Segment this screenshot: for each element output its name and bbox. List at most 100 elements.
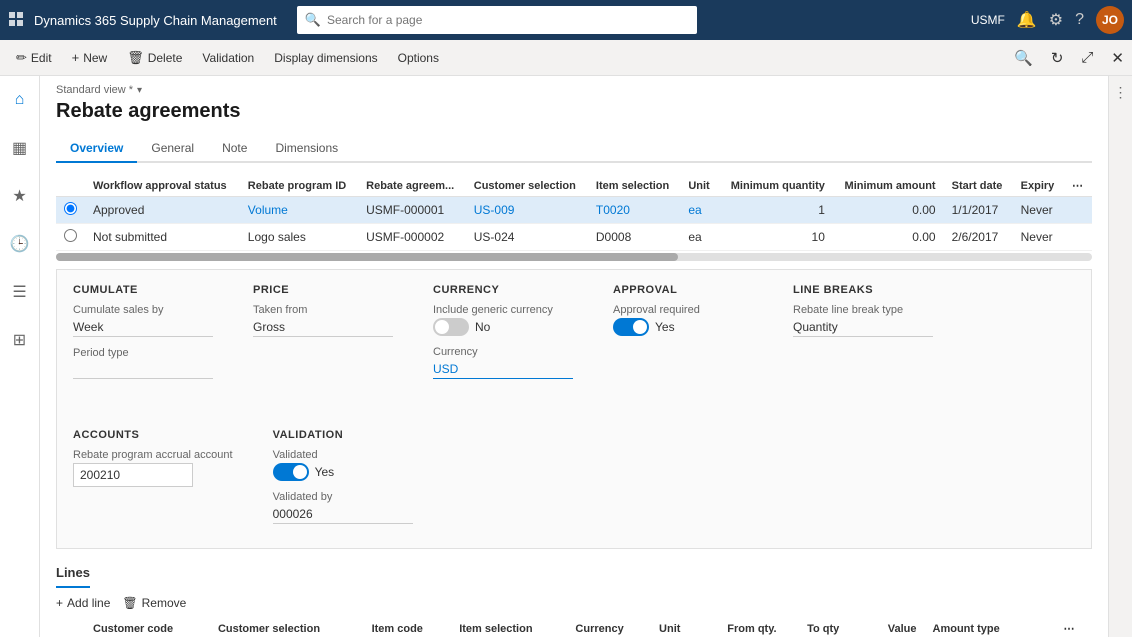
lines-col-amount-type[interactable]: Amount type: [925, 618, 1056, 637]
lines-col-from-qty[interactable]: From qty.: [700, 618, 785, 637]
col-item-selection[interactable]: Item selection: [588, 175, 680, 197]
avatar[interactable]: JO: [1096, 6, 1124, 34]
cumulate-sales-field: Cumulate sales by Week: [73, 304, 213, 337]
toolbar-close-icon[interactable]: ✕: [1111, 49, 1124, 67]
app-title: Dynamics 365 Supply Chain Management: [34, 13, 277, 28]
row-rebate-program[interactable]: Volume: [240, 197, 358, 224]
lines-col-customer-selection[interactable]: Customer selection: [210, 618, 364, 637]
lines-col-customer-code[interactable]: Customer code: [85, 618, 210, 637]
row-workflow-status: Not submitted: [85, 224, 240, 251]
app-grid-icon[interactable]: [8, 11, 24, 30]
lines-col-unit[interactable]: Unit: [651, 618, 700, 637]
display-dimensions-button[interactable]: Display dimensions: [266, 47, 385, 69]
horizontal-scrollbar-thumb[interactable]: [56, 253, 678, 261]
lines-col-more[interactable]: ⋯: [1056, 618, 1093, 637]
validation-button[interactable]: Validation: [194, 47, 262, 69]
help-icon[interactable]: ?: [1075, 11, 1084, 29]
remove-button[interactable]: 🗑 Remove: [122, 596, 186, 610]
validated-by-value[interactable]: 000026: [273, 505, 413, 524]
include-generic-switch[interactable]: [433, 318, 469, 336]
edit-button[interactable]: ✏ Edit: [8, 46, 60, 70]
options-button[interactable]: Options: [390, 47, 447, 69]
nav-favorites-icon[interactable]: ★: [4, 180, 36, 212]
currency-label: Currency: [433, 346, 573, 358]
approval-group: APPROVAL Approval required Yes: [613, 284, 753, 389]
col-min-amount[interactable]: Minimum amount: [833, 175, 944, 197]
price-group: PRICE Taken from Gross: [253, 284, 393, 389]
new-button[interactable]: + New: [64, 46, 116, 69]
period-type-value[interactable]: [73, 361, 213, 379]
currency-title: CURRENCY: [433, 284, 573, 296]
col-expiry[interactable]: Expiry: [1013, 175, 1064, 197]
tab-overview[interactable]: Overview: [56, 135, 137, 163]
lines-col-currency[interactable]: Currency: [567, 618, 651, 637]
col-unit[interactable]: Unit: [680, 175, 719, 197]
toolbar-refresh-icon[interactable]: ↻: [1051, 49, 1064, 67]
col-customer-selection[interactable]: Customer selection: [466, 175, 588, 197]
row-expiry: Never: [1013, 197, 1064, 224]
view-selector[interactable]: Standard view * ▾: [56, 84, 1092, 96]
nav-right: USMF 🔔 ⚙ ? JO: [971, 6, 1124, 34]
row-item-selection: D0008: [588, 224, 680, 251]
nav-recent-icon[interactable]: 🕒: [4, 228, 36, 260]
tab-general[interactable]: General: [137, 135, 208, 163]
notifications-icon[interactable]: 🔔: [1017, 10, 1037, 30]
settings-icon[interactable]: ⚙: [1049, 10, 1063, 30]
row-customer-selection[interactable]: US-009: [466, 197, 588, 224]
validated-switch[interactable]: [273, 463, 309, 481]
lines-col-value[interactable]: Value: [847, 618, 924, 637]
accrual-field: Rebate program accrual account 200210: [73, 449, 233, 487]
add-line-button[interactable]: + Add line: [56, 596, 110, 610]
view-chevron-icon[interactable]: ▾: [137, 85, 142, 96]
nav-home-icon[interactable]: ⌂: [4, 84, 36, 116]
col-workflow-status[interactable]: Workflow approval status: [85, 175, 240, 197]
row-workflow-status: Approved: [85, 197, 240, 224]
approval-switch[interactable]: [613, 318, 649, 336]
row-item-selection[interactable]: T0020: [588, 197, 680, 224]
row-radio[interactable]: [56, 224, 85, 251]
row-unit[interactable]: ea: [680, 197, 719, 224]
col-rebate-program[interactable]: Rebate program ID: [240, 175, 358, 197]
username-label: USMF: [971, 13, 1005, 27]
taken-from-value[interactable]: Gross: [253, 318, 393, 337]
details-grid: CUMULATE Cumulate sales by Week Period t…: [73, 284, 1075, 534]
nav-modules-icon[interactable]: ⊞: [4, 324, 36, 356]
accounts-group: ACCOUNTS Rebate program accrual account …: [73, 429, 233, 534]
taken-from-field: Taken from Gross: [253, 304, 393, 337]
right-panel-icon[interactable]: ⋮: [1114, 84, 1128, 101]
col-start-date[interactable]: Start date: [944, 175, 1013, 197]
global-search-input[interactable]: [327, 13, 689, 27]
approval-required-label: Approval required: [613, 304, 753, 316]
nav-workspace-icon[interactable]: ☰: [4, 276, 36, 308]
currency-value[interactable]: USD: [433, 360, 573, 379]
approval-toggle[interactable]: Yes: [613, 318, 753, 336]
toolbar-expand-icon[interactable]: ⤢: [1081, 49, 1093, 67]
lines-header: Lines: [56, 565, 90, 588]
lines-col-to-qty[interactable]: To qty: [785, 618, 848, 637]
include-generic-field: Include generic currency No: [433, 304, 573, 336]
lines-col-item-selection[interactable]: Item selection: [451, 618, 567, 637]
cumulate-sales-value[interactable]: Week: [73, 318, 213, 337]
tab-dimensions[interactable]: Dimensions: [261, 135, 352, 163]
lines-col-item-code[interactable]: Item code: [364, 618, 452, 637]
col-rebate-agreement[interactable]: Rebate agreem...: [358, 175, 466, 197]
accrual-value[interactable]: 200210: [73, 463, 193, 487]
validated-label: Validated: [273, 449, 413, 461]
horizontal-scrollbar[interactable]: [56, 253, 1092, 261]
nav-filter-icon[interactable]: ▦: [4, 132, 36, 164]
col-min-qty[interactable]: Minimum quantity: [719, 175, 833, 197]
validated-toggle[interactable]: Yes: [273, 463, 413, 481]
global-search-bar[interactable]: 🔍: [297, 6, 697, 34]
toolbar-search-icon[interactable]: 🔍: [1014, 49, 1033, 67]
table-row[interactable]: Not submitted Logo sales USMF-000002 US-…: [56, 224, 1092, 251]
row-customer-selection: US-024: [466, 224, 588, 251]
remove-icon: 🗑: [122, 596, 137, 610]
col-more[interactable]: ⋯: [1064, 175, 1092, 197]
tab-note[interactable]: Note: [208, 135, 261, 163]
include-generic-toggle[interactable]: No: [433, 318, 573, 336]
row-radio[interactable]: [56, 197, 85, 224]
table-row[interactable]: Approved Volume USMF-000001 US-009 T0020…: [56, 197, 1092, 224]
break-type-value[interactable]: Quantity: [793, 318, 933, 337]
accrual-label: Rebate program accrual account: [73, 449, 233, 461]
delete-button[interactable]: 🗑 Delete: [119, 46, 190, 70]
